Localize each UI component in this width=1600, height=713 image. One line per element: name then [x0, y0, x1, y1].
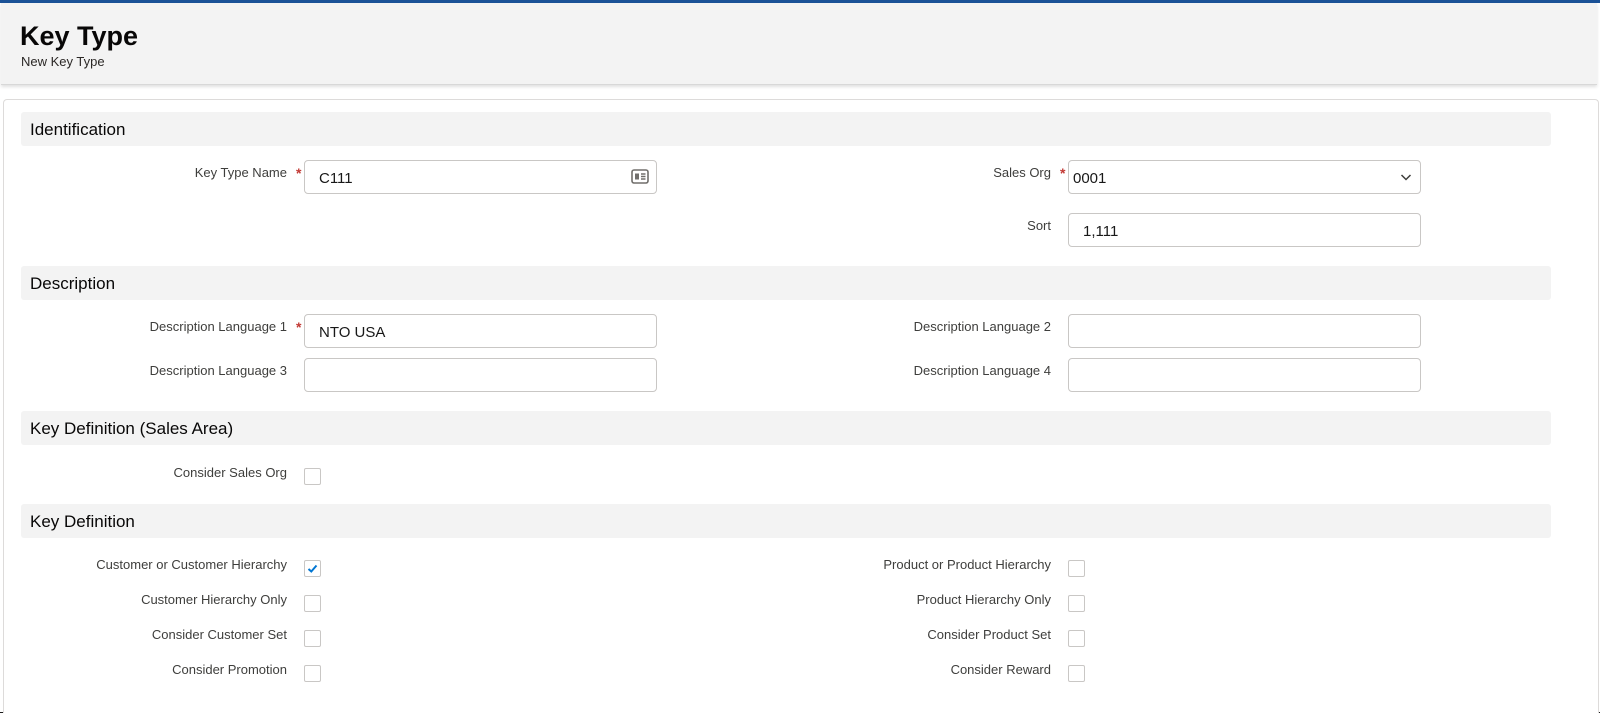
- consider-product-set-checkbox[interactable]: [1068, 630, 1085, 647]
- consider-reward-label: Consider Reward: [950, 662, 1051, 677]
- key-type-name-label: Key Type Name: [194, 165, 287, 180]
- description-language-2-input[interactable]: [1068, 314, 1421, 348]
- section-title: Identification: [30, 120, 126, 139]
- consider-sales-org-checkbox[interactable]: [304, 468, 321, 485]
- sort-label: Sort: [1027, 218, 1051, 233]
- consider-promotion-label: Consider Promotion: [172, 662, 287, 677]
- page-header: Key Type New Key Type: [1, 3, 1597, 85]
- sales-org-label: Sales Org: [993, 165, 1051, 180]
- product-hierarchy-only-label: Product Hierarchy Only: [916, 592, 1051, 607]
- section-key-definition[interactable]: Key Definition: [21, 504, 1551, 538]
- chevron-down-icon: [1400, 174, 1412, 181]
- section-title: Description: [30, 274, 116, 293]
- consider-product-set-label: Consider Product Set: [927, 627, 1051, 642]
- product-or-product-hierarchy-label: Product or Product Hierarchy: [883, 557, 1051, 572]
- required-indicator: *: [1060, 165, 1066, 181]
- product-hierarchy-only-checkbox[interactable]: [1068, 595, 1085, 612]
- page-subtitle: New Key Type: [21, 54, 105, 69]
- section-identification[interactable]: Identification: [21, 112, 1551, 146]
- consider-reward-checkbox[interactable]: [1068, 665, 1085, 682]
- required-indicator: *: [296, 319, 302, 335]
- page-title: Key Type: [20, 21, 139, 51]
- sort-input[interactable]: 1,111: [1068, 213, 1421, 247]
- sales-org-value: 0001: [1073, 170, 1107, 187]
- sort-value: 1,111: [1083, 223, 1119, 240]
- customer-or-customer-hierarchy-label: Customer or Customer Hierarchy: [96, 557, 287, 572]
- description-language-3-input[interactable]: [304, 358, 657, 392]
- key-type-name-value: C111: [319, 170, 353, 187]
- contact-card-icon[interactable]: [631, 169, 649, 184]
- consider-customer-set-checkbox[interactable]: [304, 630, 321, 647]
- key-type-name-input[interactable]: C111: [304, 160, 657, 194]
- section-title: Key Definition: [30, 512, 135, 531]
- description-language-3-label: Description Language 3: [149, 363, 287, 378]
- customer-hierarchy-only-checkbox[interactable]: [304, 595, 321, 612]
- section-key-definition-sales-area[interactable]: Key Definition (Sales Area): [21, 411, 1551, 445]
- consider-sales-org-label: Consider Sales Org: [173, 465, 287, 480]
- description-language-2-label: Description Language 2: [913, 319, 1051, 334]
- description-language-4-label: Description Language 4: [913, 363, 1051, 378]
- checkmark-icon: [307, 564, 318, 573]
- section-description[interactable]: Description: [21, 266, 1551, 300]
- customer-or-customer-hierarchy-checkbox[interactable]: [304, 560, 321, 577]
- product-or-product-hierarchy-checkbox[interactable]: [1068, 560, 1085, 577]
- customer-hierarchy-only-label: Customer Hierarchy Only: [141, 592, 287, 607]
- consider-customer-set-label: Consider Customer Set: [151, 627, 287, 642]
- description-language-1-value: NTO USA: [319, 324, 386, 341]
- required-indicator: *: [296, 165, 302, 181]
- page-frame: Key Type New Key Type Identification Key…: [0, 0, 1600, 713]
- section-title: Key Definition (Sales Area): [30, 419, 234, 438]
- sales-org-select[interactable]: 0001: [1068, 160, 1421, 194]
- description-language-1-input[interactable]: NTO USA: [304, 314, 657, 348]
- consider-promotion-checkbox[interactable]: [304, 665, 321, 682]
- description-language-4-input[interactable]: [1068, 358, 1421, 392]
- description-language-1-label: Description Language 1: [149, 319, 287, 334]
